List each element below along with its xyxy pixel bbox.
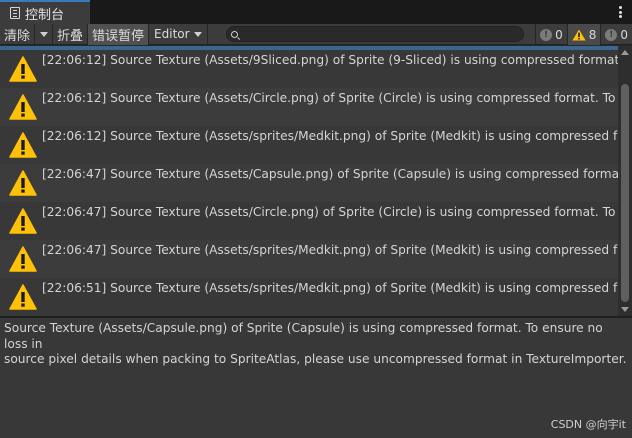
tab-console[interactable]: 控制台	[0, 0, 90, 24]
error-icon: !	[605, 28, 618, 41]
tab-bar: 控制台	[0, 0, 632, 24]
warning-count: 8	[588, 27, 597, 42]
log-message: [22:06:12] Source Texture (Assets/Circle…	[42, 91, 618, 105]
info-icon: !	[540, 28, 553, 41]
detail-line: source pixel details when packing to Spr…	[4, 352, 627, 366]
warning-icon	[9, 170, 37, 196]
log-list[interactable]: [22:06:12] Source Texture (Assets/9Slice…	[0, 50, 618, 316]
editor-target-label: Editor	[154, 27, 190, 41]
log-entry[interactable]: [22:06:12] Source Texture (Assets/sprite…	[0, 126, 618, 164]
info-filter-toggle[interactable]: ! 0	[535, 24, 567, 45]
search-input[interactable]	[242, 27, 512, 41]
log-message: [22:06:51] Source Texture (Assets/sprite…	[42, 281, 618, 295]
log-entry[interactable]: [22:06:51] Source Texture (Assets/sprite…	[0, 278, 618, 316]
clear-button[interactable]: 清除	[0, 23, 36, 45]
more-options-icon[interactable]	[616, 4, 624, 20]
error-filter-toggle[interactable]: ! 0	[600, 24, 632, 45]
warning-filter-toggle[interactable]: 8	[566, 24, 601, 45]
chevron-down-icon	[39, 31, 48, 37]
log-entry[interactable]: [22:06:12] Source Texture (Assets/Circle…	[0, 88, 618, 126]
log-message: [22:06:47] Source Texture (Assets/Capsul…	[42, 167, 618, 181]
log-entry[interactable]: [22:06:47] Source Texture (Assets/sprite…	[0, 240, 618, 278]
warning-icon	[572, 29, 586, 40]
warning-icon	[9, 94, 37, 120]
warning-icon	[9, 208, 37, 234]
clear-options-dropdown[interactable]	[35, 23, 54, 45]
watermark: CSDN @向宇it	[550, 417, 626, 431]
log-entry[interactable]: [22:06:12] Source Texture (Assets/9Slice…	[0, 50, 618, 88]
error-count: 0	[620, 27, 628, 42]
detail-line: Source Texture (Assets/Capsule.png) of S…	[4, 321, 603, 351]
info-count: 0	[555, 27, 563, 42]
search-icon	[231, 30, 238, 38]
editor-target-dropdown[interactable]: Editor	[149, 23, 208, 45]
scroll-up-icon[interactable]	[621, 50, 629, 55]
chevron-down-icon	[193, 31, 202, 37]
console-icon	[10, 7, 20, 19]
warning-icon	[9, 132, 37, 158]
log-entry[interactable]: [22:06:47] Source Texture (Assets/Circle…	[0, 202, 618, 240]
console-toolbar: 清除 折叠 错误暂停 Editor ! 0 8 ! 0	[0, 23, 632, 45]
log-filter-counters: ! 0 8 ! 0	[535, 24, 632, 45]
warning-icon	[9, 246, 37, 272]
scrollbar-thumb[interactable]	[621, 84, 629, 302]
collapse-toggle[interactable]: 折叠	[53, 23, 89, 45]
search-box[interactable]	[226, 26, 524, 42]
log-message: [22:06:47] Source Texture (Assets/sprite…	[42, 243, 618, 257]
log-entry[interactable]: [22:06:47] Source Texture (Assets/Capsul…	[0, 164, 618, 202]
warning-icon	[9, 284, 37, 310]
scroll-down-icon[interactable]	[621, 307, 629, 312]
vertical-scrollbar[interactable]	[618, 46, 632, 316]
log-detail-panel: Source Texture (Assets/Capsule.png) of S…	[0, 318, 632, 438]
tab-label: 控制台	[25, 7, 65, 23]
error-pause-toggle[interactable]: 错误暂停	[88, 23, 150, 45]
log-message: [22:06:12] Source Texture (Assets/9Slice…	[42, 53, 618, 67]
warning-icon	[9, 56, 37, 82]
log-message: [22:06:12] Source Texture (Assets/sprite…	[42, 129, 618, 143]
log-message: [22:06:47] Source Texture (Assets/Circle…	[42, 205, 618, 219]
